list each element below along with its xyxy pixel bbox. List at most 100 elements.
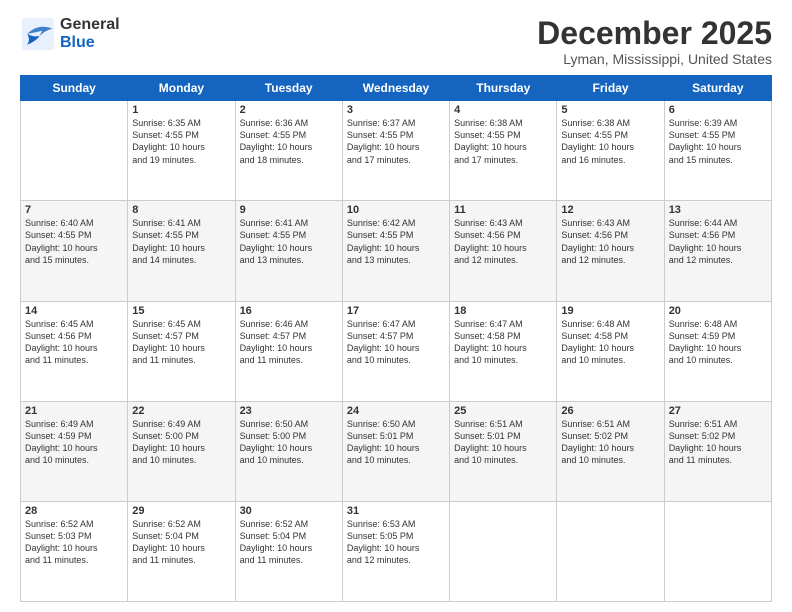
day-number: 9 — [240, 204, 338, 216]
day-info: Sunrise: 6:47 AM Sunset: 4:58 PM Dayligh… — [454, 318, 552, 367]
day-number: 15 — [132, 305, 230, 317]
day-number: 3 — [347, 104, 445, 116]
day-info: Sunrise: 6:50 AM Sunset: 5:01 PM Dayligh… — [347, 418, 445, 467]
calendar-cell: 14Sunrise: 6:45 AM Sunset: 4:56 PM Dayli… — [21, 301, 128, 401]
day-info: Sunrise: 6:38 AM Sunset: 4:55 PM Dayligh… — [454, 117, 552, 166]
day-number: 19 — [561, 305, 659, 317]
day-info: Sunrise: 6:37 AM Sunset: 4:55 PM Dayligh… — [347, 117, 445, 166]
calendar-cell: 31Sunrise: 6:53 AM Sunset: 5:05 PM Dayli… — [342, 501, 449, 601]
day-info: Sunrise: 6:49 AM Sunset: 4:59 PM Dayligh… — [25, 418, 123, 467]
calendar-cell: 2Sunrise: 6:36 AM Sunset: 4:55 PM Daylig… — [235, 101, 342, 201]
day-info: Sunrise: 6:35 AM Sunset: 4:55 PM Dayligh… — [132, 117, 230, 166]
calendar-cell: 21Sunrise: 6:49 AM Sunset: 4:59 PM Dayli… — [21, 401, 128, 501]
day-number: 5 — [561, 104, 659, 116]
day-number: 16 — [240, 305, 338, 317]
day-number: 4 — [454, 104, 552, 116]
day-info: Sunrise: 6:42 AM Sunset: 4:55 PM Dayligh… — [347, 217, 445, 266]
day-info: Sunrise: 6:51 AM Sunset: 5:02 PM Dayligh… — [561, 418, 659, 467]
day-info: Sunrise: 6:49 AM Sunset: 5:00 PM Dayligh… — [132, 418, 230, 467]
day-info: Sunrise: 6:48 AM Sunset: 4:58 PM Dayligh… — [561, 318, 659, 367]
calendar-cell: 18Sunrise: 6:47 AM Sunset: 4:58 PM Dayli… — [450, 301, 557, 401]
calendar-cell: 7Sunrise: 6:40 AM Sunset: 4:55 PM Daylig… — [21, 201, 128, 301]
col-tuesday: Tuesday — [235, 76, 342, 101]
col-saturday: Saturday — [664, 76, 771, 101]
calendar-cell: 15Sunrise: 6:45 AM Sunset: 4:57 PM Dayli… — [128, 301, 235, 401]
logo-text: General Blue — [60, 16, 120, 52]
day-info: Sunrise: 6:38 AM Sunset: 4:55 PM Dayligh… — [561, 117, 659, 166]
empty-cell — [21, 101, 128, 201]
day-number: 1 — [132, 104, 230, 116]
calendar-cell: 20Sunrise: 6:48 AM Sunset: 4:59 PM Dayli… — [664, 301, 771, 401]
day-number: 7 — [25, 204, 123, 216]
day-info: Sunrise: 6:36 AM Sunset: 4:55 PM Dayligh… — [240, 117, 338, 166]
day-number: 14 — [25, 305, 123, 317]
col-sunday: Sunday — [21, 76, 128, 101]
calendar-cell: 11Sunrise: 6:43 AM Sunset: 4:56 PM Dayli… — [450, 201, 557, 301]
logo: General Blue — [20, 16, 120, 52]
col-friday: Friday — [557, 76, 664, 101]
calendar-cell: 26Sunrise: 6:51 AM Sunset: 5:02 PM Dayli… — [557, 401, 664, 501]
location: Lyman, Mississippi, United States — [537, 51, 772, 67]
day-info: Sunrise: 6:50 AM Sunset: 5:00 PM Dayligh… — [240, 418, 338, 467]
empty-cell — [450, 501, 557, 601]
logo-icon — [20, 16, 56, 52]
day-number: 12 — [561, 204, 659, 216]
empty-cell — [557, 501, 664, 601]
calendar-cell: 9Sunrise: 6:41 AM Sunset: 4:55 PM Daylig… — [235, 201, 342, 301]
month-title: December 2025 — [537, 16, 772, 51]
day-number: 18 — [454, 305, 552, 317]
day-info: Sunrise: 6:41 AM Sunset: 4:55 PM Dayligh… — [240, 217, 338, 266]
day-number: 23 — [240, 405, 338, 417]
day-number: 2 — [240, 104, 338, 116]
calendar-cell: 8Sunrise: 6:41 AM Sunset: 4:55 PM Daylig… — [128, 201, 235, 301]
col-monday: Monday — [128, 76, 235, 101]
calendar-cell: 17Sunrise: 6:47 AM Sunset: 4:57 PM Dayli… — [342, 301, 449, 401]
day-number: 6 — [669, 104, 767, 116]
day-info: Sunrise: 6:51 AM Sunset: 5:02 PM Dayligh… — [669, 418, 767, 467]
calendar-cell: 6Sunrise: 6:39 AM Sunset: 4:55 PM Daylig… — [664, 101, 771, 201]
calendar-cell: 23Sunrise: 6:50 AM Sunset: 5:00 PM Dayli… — [235, 401, 342, 501]
day-info: Sunrise: 6:45 AM Sunset: 4:57 PM Dayligh… — [132, 318, 230, 367]
day-number: 28 — [25, 505, 123, 517]
calendar-cell: 25Sunrise: 6:51 AM Sunset: 5:01 PM Dayli… — [450, 401, 557, 501]
calendar-cell: 10Sunrise: 6:42 AM Sunset: 4:55 PM Dayli… — [342, 201, 449, 301]
day-number: 8 — [132, 204, 230, 216]
calendar-cell: 16Sunrise: 6:46 AM Sunset: 4:57 PM Dayli… — [235, 301, 342, 401]
calendar-week-row: 7Sunrise: 6:40 AM Sunset: 4:55 PM Daylig… — [21, 201, 772, 301]
calendar-cell: 22Sunrise: 6:49 AM Sunset: 5:00 PM Dayli… — [128, 401, 235, 501]
calendar-cell: 28Sunrise: 6:52 AM Sunset: 5:03 PM Dayli… — [21, 501, 128, 601]
calendar-cell: 19Sunrise: 6:48 AM Sunset: 4:58 PM Dayli… — [557, 301, 664, 401]
calendar-cell: 27Sunrise: 6:51 AM Sunset: 5:02 PM Dayli… — [664, 401, 771, 501]
col-wednesday: Wednesday — [342, 76, 449, 101]
day-number: 24 — [347, 405, 445, 417]
day-number: 11 — [454, 204, 552, 216]
day-info: Sunrise: 6:40 AM Sunset: 4:55 PM Dayligh… — [25, 217, 123, 266]
day-info: Sunrise: 6:52 AM Sunset: 5:04 PM Dayligh… — [240, 518, 338, 567]
day-number: 22 — [132, 405, 230, 417]
calendar-cell: 12Sunrise: 6:43 AM Sunset: 4:56 PM Dayli… — [557, 201, 664, 301]
calendar-cell: 3Sunrise: 6:37 AM Sunset: 4:55 PM Daylig… — [342, 101, 449, 201]
calendar-week-row: 14Sunrise: 6:45 AM Sunset: 4:56 PM Dayli… — [21, 301, 772, 401]
day-number: 10 — [347, 204, 445, 216]
day-number: 20 — [669, 305, 767, 317]
day-info: Sunrise: 6:48 AM Sunset: 4:59 PM Dayligh… — [669, 318, 767, 367]
day-info: Sunrise: 6:52 AM Sunset: 5:03 PM Dayligh… — [25, 518, 123, 567]
day-number: 31 — [347, 505, 445, 517]
day-number: 30 — [240, 505, 338, 517]
day-number: 13 — [669, 204, 767, 216]
calendar-cell: 30Sunrise: 6:52 AM Sunset: 5:04 PM Dayli… — [235, 501, 342, 601]
day-info: Sunrise: 6:46 AM Sunset: 4:57 PM Dayligh… — [240, 318, 338, 367]
day-info: Sunrise: 6:47 AM Sunset: 4:57 PM Dayligh… — [347, 318, 445, 367]
col-thursday: Thursday — [450, 76, 557, 101]
day-info: Sunrise: 6:51 AM Sunset: 5:01 PM Dayligh… — [454, 418, 552, 467]
day-number: 26 — [561, 405, 659, 417]
calendar-cell: 29Sunrise: 6:52 AM Sunset: 5:04 PM Dayli… — [128, 501, 235, 601]
page: General Blue December 2025 Lyman, Missis… — [0, 0, 792, 612]
day-info: Sunrise: 6:44 AM Sunset: 4:56 PM Dayligh… — [669, 217, 767, 266]
day-info: Sunrise: 6:43 AM Sunset: 4:56 PM Dayligh… — [454, 217, 552, 266]
day-number: 21 — [25, 405, 123, 417]
day-number: 29 — [132, 505, 230, 517]
day-number: 27 — [669, 405, 767, 417]
calendar-week-row: 21Sunrise: 6:49 AM Sunset: 4:59 PM Dayli… — [21, 401, 772, 501]
day-number: 25 — [454, 405, 552, 417]
